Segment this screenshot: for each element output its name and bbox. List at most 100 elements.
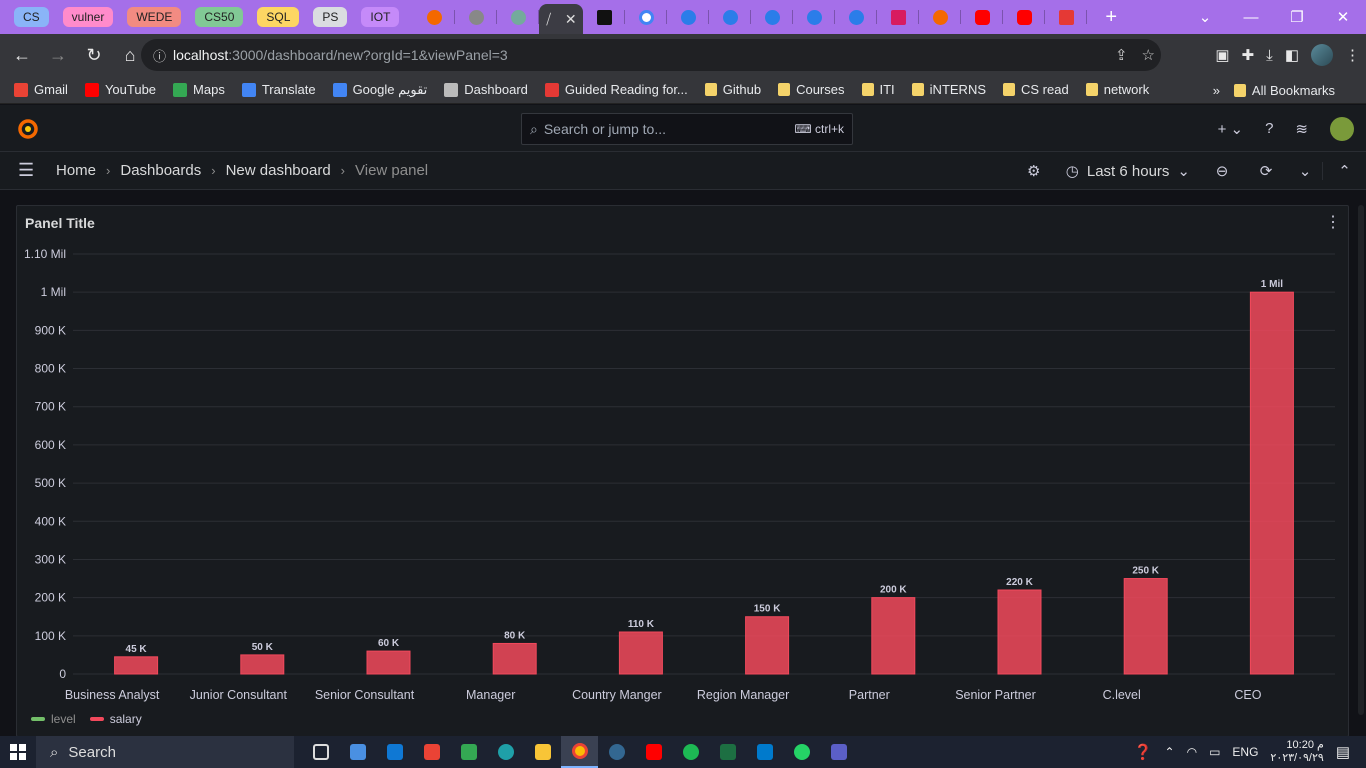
mail-icon[interactable] <box>376 736 413 768</box>
bookmark-item[interactable]: Maps <box>173 82 225 97</box>
bar-salary[interactable] <box>618 631 663 675</box>
chrome-icon[interactable] <box>561 736 598 768</box>
browser-tab[interactable] <box>877 0 920 34</box>
bookmark-item[interactable]: Guided Reading for... <box>544 82 688 97</box>
chevron-up-icon[interactable]: ⌃ <box>1165 745 1175 759</box>
chrome-menu-icon[interactable]: ⋮ <box>1345 46 1360 64</box>
bookmark-star-icon[interactable]: ☆ <box>1142 46 1155 64</box>
profile-avatar[interactable] <box>1311 44 1333 66</box>
drive-icon[interactable] <box>450 736 487 768</box>
cast-icon[interactable]: ▣ <box>1215 46 1229 64</box>
browser-tab[interactable] <box>1003 0 1046 34</box>
bar-salary[interactable] <box>366 650 411 675</box>
share-icon[interactable]: ⇪ <box>1115 46 1128 64</box>
zoom-out-icon[interactable]: ⊖ <box>1200 162 1244 180</box>
breadcrumb-dashboards[interactable]: Dashboards <box>120 162 201 179</box>
bookmark-item[interactable]: Google تقويم <box>332 82 427 98</box>
bar-salary[interactable] <box>492 642 537 675</box>
address-bar[interactable]: ⓘ localhost:3000/dashboard/new?orgId=1&v… <box>141 39 1161 71</box>
bookmark-item[interactable]: Translate <box>241 82 316 97</box>
url-text[interactable]: localhost:3000/dashboard/new?orgId=1&vie… <box>173 47 508 63</box>
grafana-logo-icon[interactable] <box>16 117 40 141</box>
browser-tab[interactable] <box>961 0 1004 34</box>
extensions-icon[interactable]: ✚ <box>1242 46 1255 64</box>
spotify-icon[interactable] <box>672 736 709 768</box>
tab-group-chip[interactable]: CS <box>14 7 49 27</box>
excel-icon[interactable] <box>709 736 746 768</box>
browser-tab[interactable] <box>497 0 540 34</box>
bar-salary[interactable] <box>997 589 1042 675</box>
language-indicator[interactable]: ENG <box>1232 745 1258 759</box>
user-avatar[interactable] <box>1330 116 1354 141</box>
browser-tab[interactable] <box>919 0 962 34</box>
file-explorer-icon[interactable] <box>524 736 561 768</box>
tab-group-chip[interactable]: CS50 <box>195 7 244 27</box>
browser-tab[interactable] <box>1045 0 1088 34</box>
back-icon[interactable]: ← <box>6 39 38 71</box>
browser-tab[interactable] <box>751 0 794 34</box>
bar-salary[interactable] <box>871 597 916 675</box>
gmail-app-icon[interactable] <box>413 736 450 768</box>
legend-item[interactable]: salary <box>89 712 142 726</box>
forward-icon[interactable]: → <box>42 39 74 71</box>
bar-salary[interactable] <box>1123 578 1168 675</box>
wifi-icon[interactable]: ◠ <box>1187 745 1197 759</box>
help-icon[interactable]: ? <box>1265 120 1273 137</box>
browser-tab[interactable] <box>793 0 836 34</box>
menu-icon[interactable]: ☰ <box>18 160 38 181</box>
new-tab-icon[interactable]: + <box>1105 6 1117 29</box>
more-bookmarks-icon[interactable]: » <box>1213 83 1220 98</box>
site-info-icon[interactable]: ⓘ <box>153 46 173 65</box>
bookmark-item[interactable]: Gmail <box>14 82 68 97</box>
bookmark-item[interactable]: Dashboard <box>444 82 528 97</box>
settings-icon[interactable]: ⚙ <box>1012 162 1056 180</box>
refresh-interval-icon[interactable]: ⌄ <box>1288 162 1322 180</box>
taskbar-search[interactable]: ⌕ Search <box>36 736 294 768</box>
store-icon[interactable] <box>339 736 376 768</box>
refresh-icon[interactable]: ⟳ <box>1244 162 1288 180</box>
side-panel-icon[interactable]: ◧ <box>1285 46 1299 64</box>
bookmark-item[interactable]: Github <box>704 82 761 97</box>
teams-icon[interactable] <box>820 736 857 768</box>
browser-tab[interactable] <box>667 0 710 34</box>
notifications-icon[interactable]: ▤ <box>1336 743 1350 761</box>
collapse-icon[interactable]: ⌃ <box>1322 162 1366 180</box>
vscode-icon[interactable] <box>746 736 783 768</box>
browser-tab[interactable] <box>625 0 668 34</box>
time-range-picker[interactable]: ◷ Last 6 hours ⌄ <box>1056 162 1200 181</box>
browser-tab[interactable] <box>413 0 456 34</box>
close-tab-icon[interactable]: ✕ <box>565 11 577 28</box>
breadcrumb-home[interactable]: Home <box>56 162 96 179</box>
tab-group-chip[interactable]: vulner <box>62 7 114 27</box>
battery-icon[interactable]: ▭ <box>1209 745 1220 759</box>
whatsapp-icon[interactable] <box>783 736 820 768</box>
bookmark-item[interactable]: ITI <box>861 82 895 97</box>
close-window-icon[interactable]: ✕ <box>1320 8 1366 26</box>
bar-salary[interactable] <box>1249 291 1294 675</box>
minimize-icon[interactable]: — <box>1228 9 1274 26</box>
breadcrumb-new-dashboard[interactable]: New dashboard <box>226 162 331 179</box>
youtube-app-icon[interactable] <box>635 736 672 768</box>
bar-salary[interactable] <box>240 654 285 675</box>
tab-group-chip[interactable]: WEDE <box>127 7 182 27</box>
browser-tab[interactable] <box>583 0 626 34</box>
edge-icon[interactable] <box>487 736 524 768</box>
search-input[interactable]: ⌕ Search or jump to... ⌨ ctrl+k <box>521 113 853 145</box>
bookmark-item[interactable]: Courses <box>778 82 845 97</box>
download-icon[interactable]: ⤓ <box>1266 47 1273 64</box>
browser-tab[interactable] <box>455 0 498 34</box>
legend-item[interactable]: level <box>31 712 76 726</box>
bookmark-item[interactable]: network <box>1085 82 1149 97</box>
bookmark-item[interactable]: iNTERNS <box>911 82 986 97</box>
tab-search-icon[interactable]: ⌄ <box>1182 8 1228 26</box>
browser-tab[interactable] <box>835 0 878 34</box>
clock[interactable]: 10:20 م ٢٠٢٣/٠٩/٢٩ <box>1270 739 1323 765</box>
reload-icon[interactable]: ↻ <box>78 39 110 71</box>
task-view-icon[interactable] <box>302 736 339 768</box>
news-feed-icon[interactable]: ≋ <box>1295 120 1308 138</box>
bar-salary[interactable] <box>114 656 159 675</box>
tab-group-chip[interactable]: PS <box>313 7 348 27</box>
tab-group-chip[interactable]: IOT <box>361 7 400 27</box>
postgres-icon[interactable] <box>598 736 635 768</box>
tab-group-chip[interactable]: SQL <box>257 7 300 27</box>
